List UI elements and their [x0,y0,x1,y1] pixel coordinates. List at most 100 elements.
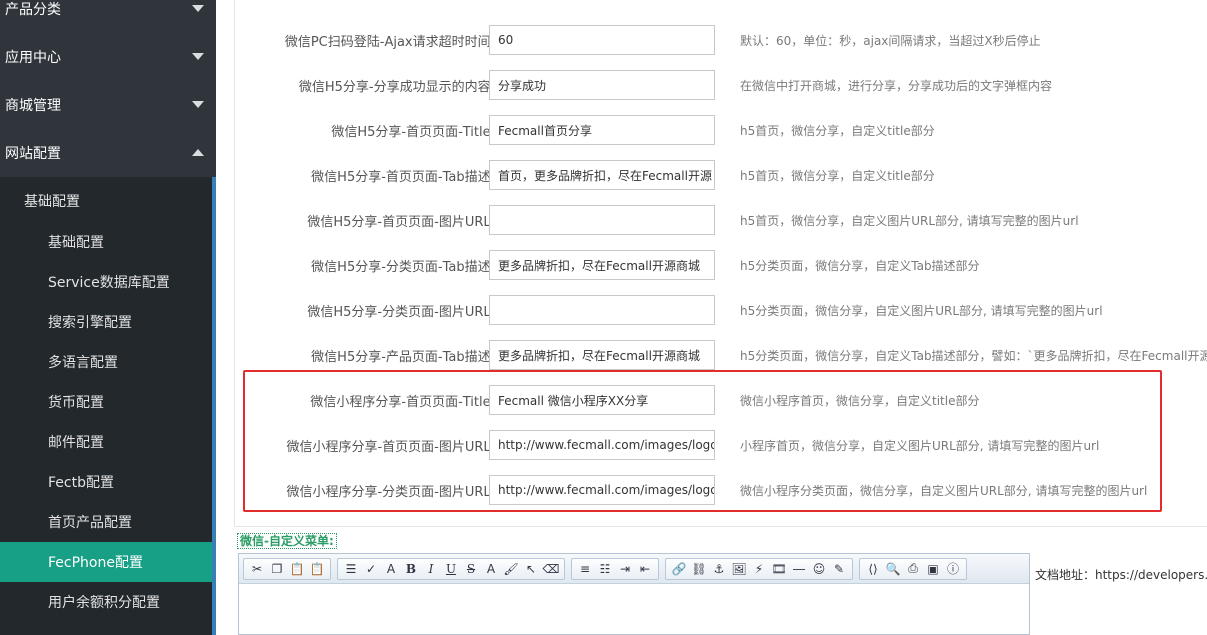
sidebar-item-site-config[interactable]: 网站配置 [0,129,216,177]
unlink-icon[interactable]: ⛓ [689,560,709,578]
image-icon[interactable]: 🖼 [729,560,749,578]
text-color-icon[interactable]: A [481,560,501,578]
underline-icon[interactable]: U [441,560,461,578]
note-icon[interactable]: ✎ [829,560,849,578]
form-help-text: 微信小程序首页，微信分享，自定义title部分 [740,394,980,408]
media-icon[interactable]: 🎞 [769,560,789,578]
form-row: 微信H5分享-产品页面-Tab描述: 更多品牌折扣，尽在Fecmall开源商城 h5… [235,333,1207,378]
anchor-icon[interactable]: ⚓ [709,560,729,578]
form-input[interactable]: Fecmall 微信小程序XX分享 [489,385,715,415]
print-icon[interactable]: ⎙ [903,560,923,578]
sidebar-subitem-label: Fectb配置 [48,475,114,491]
form-input[interactable]: 更多品牌折扣，尽在Fecmall开源商城 [489,340,715,370]
form-input[interactable]: 首页，更多品牌折扣，尽在Fecmall开源 [489,160,715,190]
config-form: 微信PC扫码登陆-Ajax请求超时时间: 60 默认：60，单位：秒，ajax间隔请… [234,0,1207,527]
main-content: 微信PC扫码登陆-Ajax请求超时时间: 60 默认：60，单位：秒，ajax间隔请… [216,0,1207,635]
submenu-header-label: 基础配置 [24,194,80,210]
sidebar-subitem[interactable]: 多语言配置 [0,342,212,382]
sidebar-subitem-label: FecPhone配置 [48,555,143,571]
emoticon-icon[interactable]: ☺ [809,560,829,578]
form-input[interactable]: http://www.fecmall.com/images/logo.pn [489,475,715,505]
form-row: 微信小程序分享-首页页面-图片URL: http://www.fecmall.co… [235,423,1207,468]
sidebar-subitem[interactable]: Service数据库配置 [0,262,212,302]
line-height-icon[interactable]: ☰ [341,560,361,578]
form-input[interactable] [489,295,715,325]
editor-toolbar: ✂ ❐ 📋 📋 ☰ ✓ A B I U S A 🖌 ↖ ⌫ ≡ ☷ ⇥ ⇤ 🔗 ⛓ ⚓ 🖼 ⚡ 🎞 ― ☺ ✎ ⟨⟩ 🔍 ⎙ ▣ ⓘ [239,554,1029,584]
sidebar-subitem[interactable]: FecPhone配置 [0,542,212,582]
list-icon[interactable]: ☷ [595,560,615,578]
sidebar-item-app-center[interactable]: 应用中心 [0,33,216,81]
toolbar-group: 🔗 ⛓ ⚓ 🖼 ⚡ 🎞 ― ☺ ✎ [665,557,853,580]
link-icon[interactable]: 🔗 [669,560,689,578]
form-row: 微信H5分享-首页页面-Title: Fecmall首页分享 h5首页，微信分享，自… [235,108,1207,153]
form-help-text: h5分类页面，微信分享，自定义Tab描述部分 [740,259,980,273]
sidebar-subitem-label: 搜索引擎配置 [48,315,132,331]
form-label: 微信小程序分享-首页页面-Title: [310,395,495,410]
select-icon[interactable]: ↖ [521,560,541,578]
toolbar-group: ⟨⟩ 🔍 ⎙ ▣ ⓘ [859,557,967,580]
form-input[interactable]: http://www.fecmall.com/images/logo.pn [489,430,715,460]
sidebar-item-mall-management[interactable]: 商城管理 [0,81,216,129]
paste-text-icon[interactable]: 📋 [307,560,327,578]
sidebar-subitem-label: Service数据库配置 [48,275,170,291]
copy-icon[interactable]: ❐ [267,560,287,578]
sidebar-subitem[interactable]: 用户余额积分配置 [0,582,212,622]
sidebar-subitem[interactable]: 邮件配置 [0,422,212,462]
form-label: 微信H5分享-首页页面-Tab描述: [311,170,495,185]
form-input[interactable] [489,205,715,235]
form-input[interactable]: 60 [489,25,715,55]
chevron-up-icon [192,149,204,156]
sidebar-item-label: 产品分类 [5,2,61,18]
strikethrough-icon[interactable]: S [461,560,481,578]
sidebar: 产品分类 应用中心 商城管理 网站配置 基础配置 基础配置 Service数据库配… [0,0,216,635]
form-help-text: h5首页，微信分享，自定义图片URL部分, 请填写完整的图片url [740,214,1079,228]
hr-icon[interactable]: ― [789,560,809,578]
sidebar-subitem[interactable]: 首页产品配置 [0,502,212,542]
sidebar-item-label: 商城管理 [5,98,61,114]
sidebar-subitem[interactable]: 货币配置 [0,382,212,422]
indent-icon[interactable]: ⇥ [615,560,635,578]
form-help-text: 微信小程序分类页面，微信分享，自定义图片URL部分, 请填写完整的图片url [740,484,1148,498]
source-icon[interactable]: ⟨⟩ [863,560,883,578]
form-row: 微信H5分享-首页页面-图片URL: h5首页，微信分享，自定义图片URL部分, … [235,198,1207,243]
outdent-icon[interactable]: ⇤ [635,560,655,578]
sidebar-subitem[interactable]: Fectb配置 [0,462,212,502]
sidebar-subitem-label: 基础配置 [48,235,104,251]
sidebar-subitem[interactable]: 基础配置 [0,222,212,262]
italic-icon[interactable]: I [421,560,441,578]
highlight-icon[interactable]: 🖌 [501,560,521,578]
rich-text-editor[interactable]: ✂ ❐ 📋 📋 ☰ ✓ A B I U S A 🖌 ↖ ⌫ ≡ ☷ ⇥ ⇤ 🔗 ⛓ ⚓ 🖼 ⚡ 🎞 ― ☺ ✎ ⟨⟩ 🔍 ⎙ ▣ ⓘ [238,553,1030,635]
form-input[interactable]: 更多品牌折扣，尽在Fecmall开源商城 [489,250,715,280]
bold-icon[interactable]: B [401,560,421,578]
align-left-icon[interactable]: ≡ [575,560,595,578]
cut-icon[interactable]: ✂ [247,560,267,578]
sidebar-submenu: 基础配置 基础配置 Service数据库配置 搜索引擎配置多语言配置货币配置邮件配置… [0,177,216,635]
sidebar-subitem[interactable]: 搜索引擎配置 [0,302,212,342]
form-label: 微信小程序分享-分类页面-图片URL: [286,485,495,500]
sidebar-item-label: 网站配置 [5,146,61,162]
about-icon[interactable]: ⓘ [943,560,963,578]
flash-icon[interactable]: ⚡ [749,560,769,578]
form-input[interactable]: 分享成功 [489,70,715,100]
chevron-down-icon [192,5,204,12]
sidebar-subitem-label: 首页产品配置 [48,515,132,531]
paste-icon[interactable]: 📋 [287,560,307,578]
preview-icon[interactable]: 🔍 [883,560,903,578]
submenu-header-basic-config[interactable]: 基础配置 [0,177,212,225]
form-row: 微信PC扫码登陆-Ajax请求超时时间: 60 默认：60，单位：秒，ajax间隔请… [235,18,1207,63]
spellcheck-icon[interactable]: ✓ [361,560,381,578]
form-help-text: h5分类页面，微信分享，自定义Tab描述部分，譬如：`更多品牌折扣，尽在Fecm… [740,349,1207,363]
eraser-icon[interactable]: ⌫ [541,560,561,578]
toolbar-group: ✂ ❐ 📋 📋 [243,557,331,580]
form-label: 微信H5分享-分类页面-Tab描述: [311,260,495,275]
form-row: 微信小程序分享-分类页面-图片URL: http://www.fecmall.co… [235,468,1207,513]
form-label: 微信H5分享-分享成功显示的内容: [298,80,495,95]
fullscreen-icon[interactable]: ▣ [923,560,943,578]
font-size-icon[interactable]: A [381,560,401,578]
sidebar-subitem-label: 货币配置 [48,395,104,411]
form-row: 微信小程序分享-首页页面-Title: Fecmall 微信小程序XX分享 微信小程… [235,378,1207,423]
form-row: 微信H5分享-分享成功显示的内容: 分享成功 在微信中打开商城，进行分享，分享成功后… [235,63,1207,108]
form-label: 微信H5分享-分类页面-图片URL: [307,305,495,320]
sidebar-item-product-category[interactable]: 产品分类 [0,0,216,33]
form-input[interactable]: Fecmall首页分享 [489,115,715,145]
